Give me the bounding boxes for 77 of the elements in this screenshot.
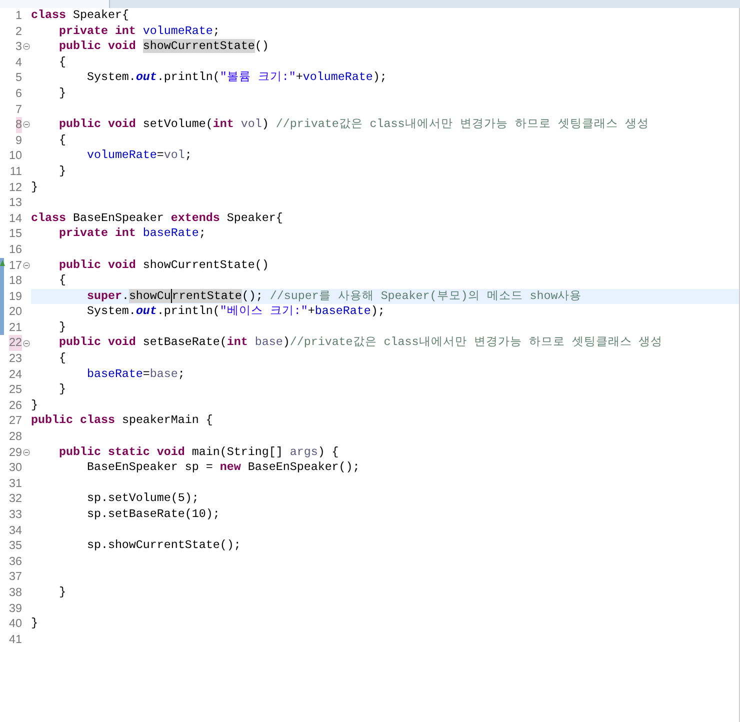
line-number: 15 xyxy=(9,226,22,242)
line-number: 20 xyxy=(9,304,22,320)
code-line: class Speaker{ xyxy=(31,8,129,24)
code-line: public void showCurrentState() xyxy=(58,258,269,274)
code-line: { xyxy=(58,132,66,148)
line-number: 11 xyxy=(10,164,22,180)
line-number: 4 xyxy=(16,54,22,70)
line-number: 3 xyxy=(16,39,22,55)
code-line: { xyxy=(58,54,66,70)
line-number: 9 xyxy=(16,132,22,148)
code-line: super.showCu rrentState(); //super를 사용해 Speaker(부모)의 메소드 show사용 xyxy=(86,288,582,304)
line-number: 32 xyxy=(9,491,22,507)
line-number: 34 xyxy=(9,522,22,538)
line-number: 39 xyxy=(9,600,22,616)
line-number: 29 xyxy=(9,444,22,460)
code-line: public void showCurrentState() xyxy=(58,39,269,55)
code-line: } xyxy=(58,164,66,180)
fold-collapse-icon[interactable] xyxy=(23,340,30,347)
line-number: 36 xyxy=(9,554,22,570)
code-line: System.out.println("베이스 크기:"+baseRate); xyxy=(86,304,385,320)
code-line: } xyxy=(31,398,38,414)
code-line: } xyxy=(58,382,66,398)
line-number: 17 xyxy=(9,258,22,274)
line-number: 41 xyxy=(9,632,22,648)
code-line: private int volumeRate; xyxy=(58,24,220,40)
fold-collapse-icon[interactable] xyxy=(23,262,30,269)
line-number: 16 xyxy=(9,242,22,258)
line-number: 26 xyxy=(9,398,22,414)
code-line: baseRate=base; xyxy=(86,366,185,382)
fold-collapse-icon[interactable] xyxy=(23,43,30,50)
line-number: 21 xyxy=(9,320,22,336)
line-number: 31 xyxy=(9,476,22,492)
line-number: 24 xyxy=(9,366,22,382)
line-number: 2 xyxy=(16,24,22,40)
line-number: 1 xyxy=(16,8,22,24)
code-line: { xyxy=(58,273,66,289)
line-number: 40 xyxy=(9,616,22,632)
code-line: public class speakerMain { xyxy=(31,413,213,430)
code-line: } xyxy=(31,180,38,196)
line-number: 23 xyxy=(9,351,22,367)
line-number: 33 xyxy=(9,507,22,523)
line-number: 22 xyxy=(9,335,22,352)
code-line: sp.setBaseRate(10); xyxy=(86,507,220,523)
code-line: public static void main(String[] args) { xyxy=(58,444,339,460)
code-line: sp.setVolume(5); xyxy=(86,491,199,507)
code-line: BaseEnSpeaker sp = new BaseEnSpeaker(); xyxy=(86,460,360,476)
line-number: 8 xyxy=(16,117,22,133)
line-number: 7 xyxy=(16,102,22,118)
line-number: 18 xyxy=(9,273,22,289)
code-line: { xyxy=(58,351,66,367)
code-line: volumeRate=vol; xyxy=(86,148,192,164)
code-line: } xyxy=(58,584,66,601)
code-line: public void setBaseRate(int base)//private값은 class내에서만 변경가능 하므로 셋팅클래스 생성 xyxy=(58,335,663,352)
line-number: 12 xyxy=(9,180,22,196)
code-line: } xyxy=(58,320,66,336)
line-number: 10 xyxy=(9,148,22,164)
fold-collapse-icon[interactable] xyxy=(23,448,30,456)
code-line: System.out.println("볼륨 크기:"+volumeRate); xyxy=(86,70,387,86)
code-line: } xyxy=(58,86,66,102)
code-line: public void setVolume(int vol) //private값은 class내에서만 변경가능 하므로 셋팅클래스 생성 xyxy=(58,117,649,133)
line-number: 37 xyxy=(9,569,22,585)
fold-collapse-icon[interactable] xyxy=(23,121,30,128)
line-number: 19 xyxy=(9,288,22,304)
line-number: 27 xyxy=(9,413,22,430)
line-number: 14 xyxy=(9,210,22,226)
line-number: 28 xyxy=(9,429,22,445)
line-number: 13 xyxy=(9,195,22,211)
line-number: 25 xyxy=(9,382,22,398)
line-number: 35 xyxy=(9,538,22,554)
line-number: 38 xyxy=(9,584,22,601)
line-number: 5 xyxy=(16,70,22,86)
code-line: sp.showCurrentState(); xyxy=(86,538,241,554)
code-line: class BaseEnSpeaker extends Speaker{ xyxy=(31,210,283,226)
line-number: 6 xyxy=(16,86,22,102)
code-line: } xyxy=(31,616,38,632)
code-line: private int baseRate; xyxy=(58,226,206,242)
line-number: 30 xyxy=(9,460,22,476)
